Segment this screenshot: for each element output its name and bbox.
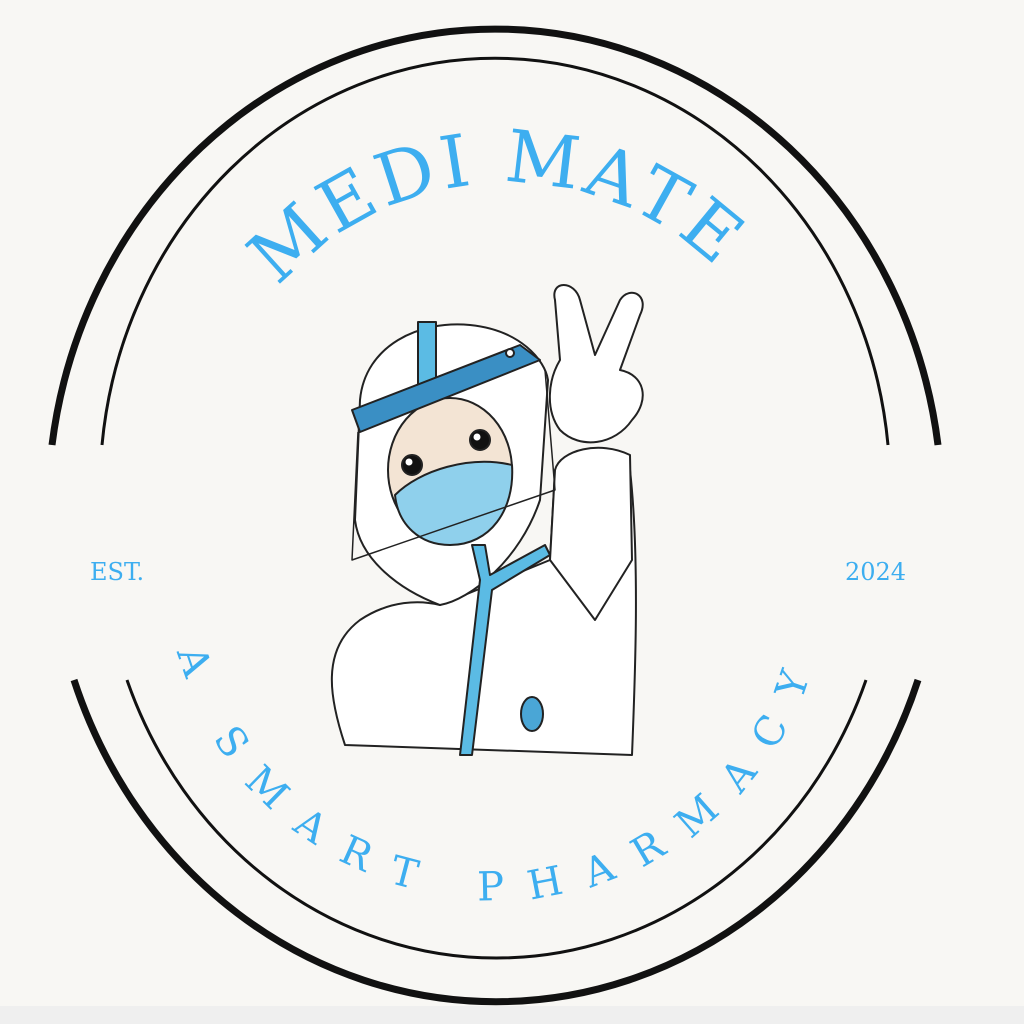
- est-label: EST.: [90, 558, 144, 586]
- glove-icon: [548, 284, 644, 444]
- brand-title: MEDI MATE: [232, 114, 762, 299]
- logo-graphic: MEDI MATE A SMART PHARMACY EST. 2024: [48, 25, 942, 1006]
- logo: MEDI MATE A SMART PHARMACY EST. 2024: [0, 0, 1024, 1024]
- brand-title-text: MEDI MATE: [232, 114, 758, 299]
- suit-button: [520, 696, 544, 732]
- mascot-illustration: [330, 284, 644, 756]
- bottom-strip: [0, 1006, 1024, 1024]
- year-label: 2024: [845, 558, 906, 586]
